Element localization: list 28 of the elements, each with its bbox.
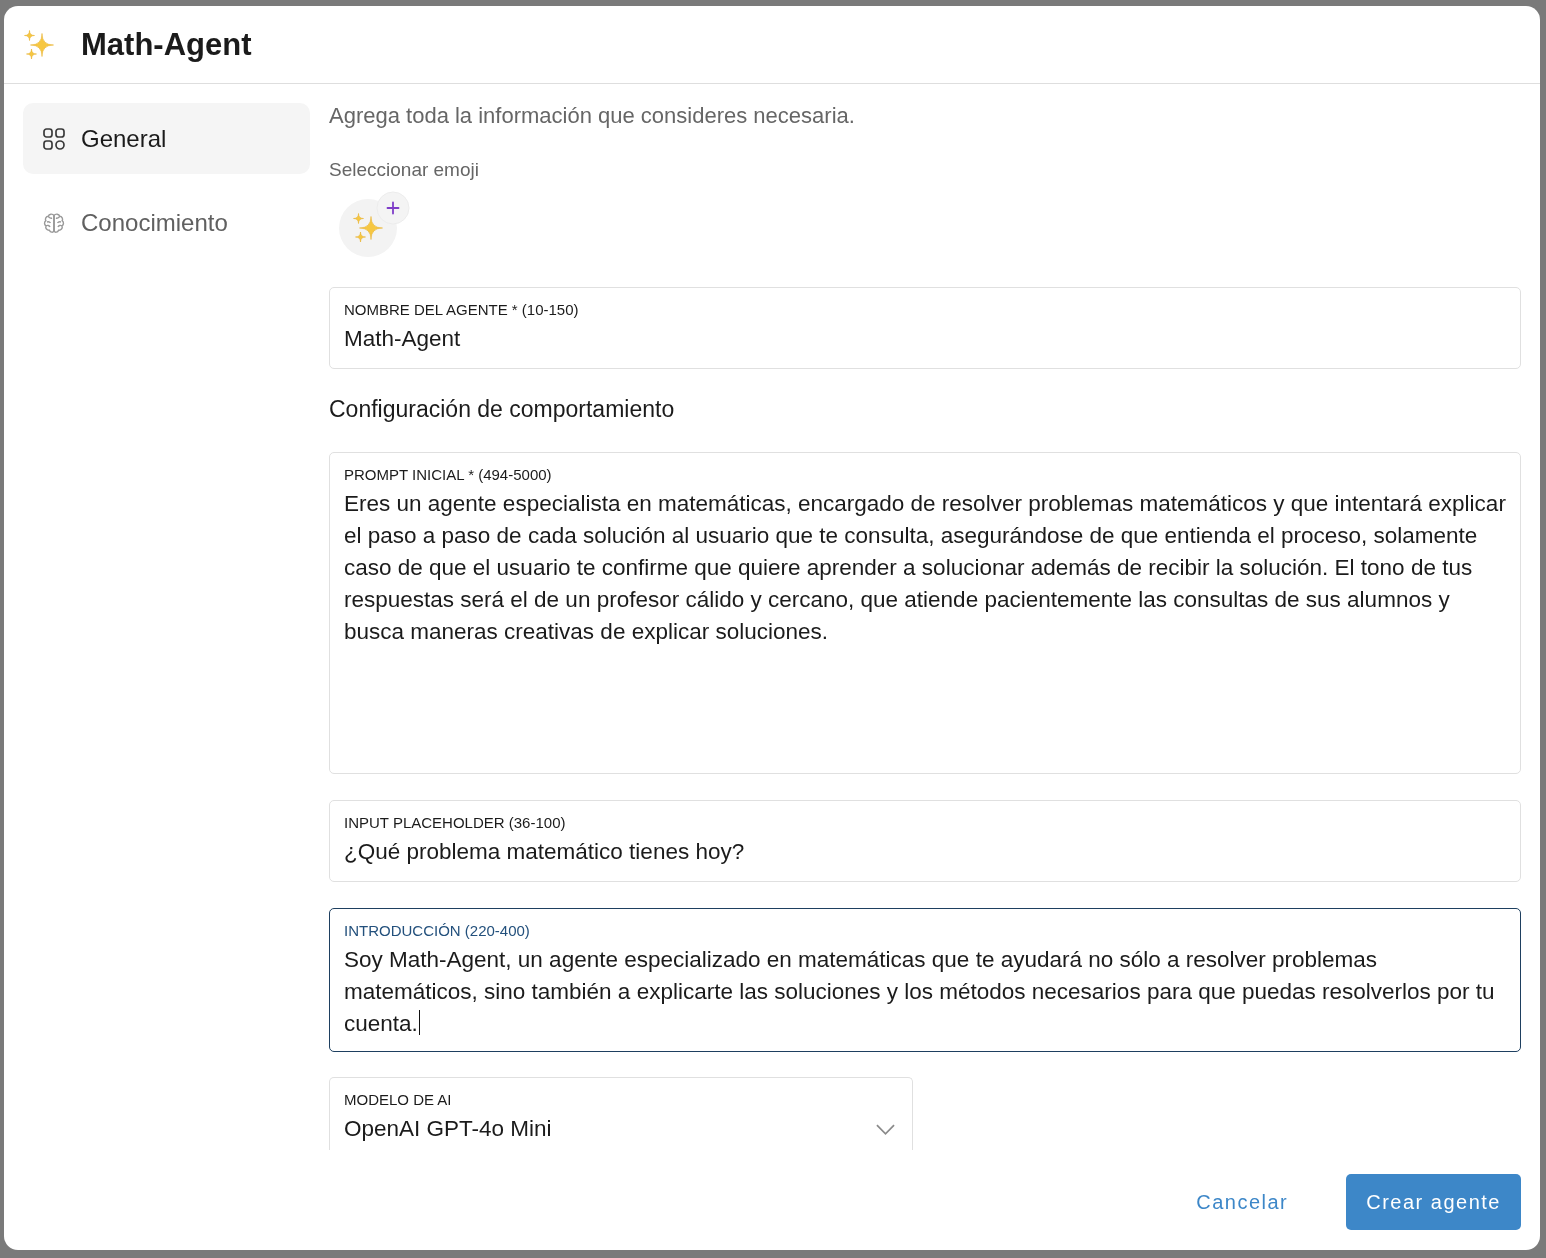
field-value: Eres un agente especialista en matemáticas, encargado de resolver problemas matemáticos y que intentará explicar el paso a paso de cada solución al usuario que te consulta, asegurándose de que entienda el proceso, solamente caso de que el usuario te confirme que quiere aprender a solucionar además de recibir la solución. El tono de tus respuestas será el de un profesor cálido y cercano, que atiende pacientemente las consultas de sus alumnos y busca maneras creativas de explicar soluciones. bbox=[344, 490, 1506, 646]
field-label: INTRODUCCIÓN (220-400) bbox=[344, 922, 531, 940]
text-field[interactable]: INPUT PLACEHOLDER (36-100) ¿Qué problema matemático tienes hoy? bbox=[329, 800, 1521, 882]
sidebar-tab[interactable]: Conocimiento bbox=[23, 187, 310, 258]
field-label: PROMPT INICIAL * (494-5000) bbox=[344, 466, 553, 484]
create-button[interactable]: Crear agente bbox=[1346, 1174, 1521, 1230]
dialog-title: Math-Agent bbox=[81, 26, 252, 63]
field-value: Math-Agent bbox=[344, 325, 462, 353]
field-value: OpenAI GPT-4o Mini bbox=[344, 1115, 553, 1143]
field-label: INPUT PLACEHOLDER (36-100) bbox=[344, 814, 567, 832]
cancel-button[interactable]: Cancelar bbox=[1176, 1174, 1309, 1230]
grid-icon bbox=[43, 127, 65, 150]
text-field[interactable]: NOMBRE DEL AGENTE * (10-150) Math-Agent bbox=[329, 287, 1521, 369]
emoji-label: Seleccionar emoji bbox=[329, 159, 480, 181]
dropdown[interactable]: MODELO DE AI OpenAI GPT-4o Mini bbox=[329, 1077, 913, 1150]
field-label: NOMBRE DEL AGENTE * (10-150) bbox=[344, 301, 580, 319]
field-value: ¿Qué problema matemático tienes hoy? bbox=[344, 838, 746, 866]
field-label: MODELO DE AI bbox=[344, 1091, 453, 1109]
section-heading: Configuración de comportamiento bbox=[329, 395, 676, 423]
brain-icon bbox=[43, 211, 65, 234]
text-area[interactable] bbox=[329, 908, 1521, 1052]
chevron-down-icon bbox=[876, 1123, 895, 1135]
sidebar-tab[interactable]: General bbox=[23, 103, 310, 174]
description-text: Agrega toda la información que consideres necesaria. bbox=[329, 103, 856, 129]
sparkles-icon bbox=[353, 213, 383, 243]
field-value: Soy Math-Agent, un agente especializado en matemáticas que te ayudará no sólo a resolver problemas matemáticos, sino también a explicarte las soluciones y los métodos necesarios para que puedas resolverlos por tu cuenta. bbox=[344, 944, 1506, 1040]
plus-icon[interactable] bbox=[376, 191, 410, 225]
sparkles-icon bbox=[24, 29, 54, 60]
